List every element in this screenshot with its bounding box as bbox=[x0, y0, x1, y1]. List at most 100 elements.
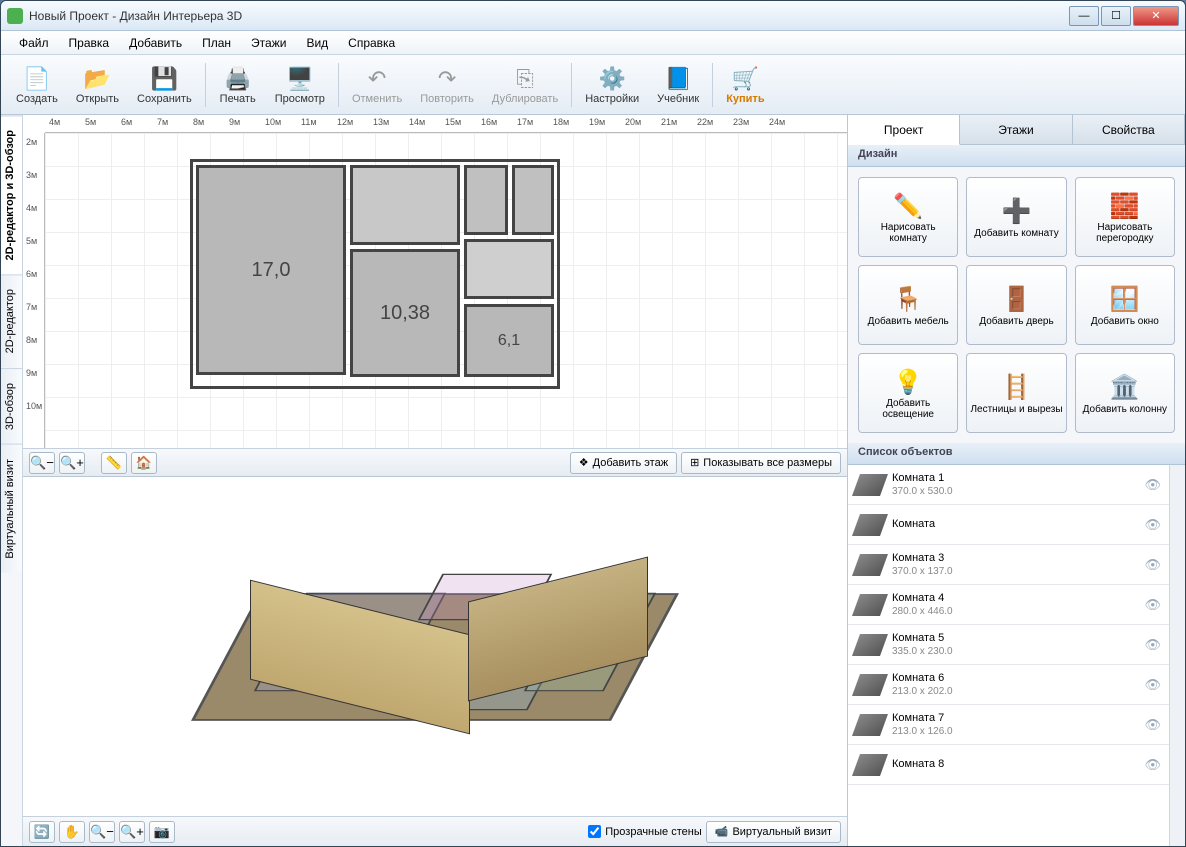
object-label: Комната bbox=[892, 517, 1136, 531]
visibility-icon[interactable]: 👁 bbox=[1144, 557, 1161, 573]
maximize-button[interactable]: ☐ bbox=[1101, 6, 1131, 26]
floorplan[interactable]: 17,0 10,38 6,1 bbox=[190, 159, 560, 389]
tb-preview[interactable]: 🖥️Просмотр bbox=[266, 62, 334, 108]
cube-icon bbox=[852, 554, 888, 576]
home-button[interactable]: 🏠 bbox=[131, 452, 157, 474]
zoom-in-button[interactable]: 🔍+ bbox=[59, 452, 85, 474]
snapshot-button[interactable]: 📷 bbox=[149, 821, 175, 843]
tb-save[interactable]: 💾Сохранить bbox=[128, 62, 201, 108]
zoom-in-3d-button[interactable]: 🔍+ bbox=[119, 821, 145, 843]
column-icon: 🏛️ bbox=[1110, 372, 1140, 404]
2d-viewport[interactable]: 4м5м6м7м8м9м10м11м12м13м14м15м16м17м18м1… bbox=[23, 115, 847, 477]
vtab-virtual[interactable]: Виртуальный визит bbox=[1, 444, 22, 573]
tool-add-light[interactable]: 💡Добавить освещение bbox=[858, 353, 958, 433]
window-icon: 🪟 bbox=[1110, 284, 1140, 316]
menu-plan[interactable]: План bbox=[192, 34, 241, 52]
room-1[interactable]: 17,0 bbox=[196, 165, 346, 375]
door-icon: 🚪 bbox=[1002, 284, 1032, 316]
close-button[interactable]: ✕ bbox=[1133, 6, 1179, 26]
cube-icon bbox=[852, 474, 888, 496]
tool-add-furniture[interactable]: 🪑Добавить мебель bbox=[858, 265, 958, 345]
transparent-walls-checkbox[interactable]: Прозрачные стены bbox=[588, 825, 701, 838]
object-label: Комната 4280.0 x 446.0 bbox=[892, 591, 1136, 618]
3d-viewport[interactable]: 🔄 ✋ 🔍− 🔍+ 📷 Прозрачные стены 📹Виртуальны… bbox=[23, 477, 847, 846]
visibility-icon[interactable]: 👁 bbox=[1144, 717, 1161, 733]
tb-tutorial[interactable]: 📘Учебник bbox=[648, 62, 708, 108]
menu-add[interactable]: Добавить bbox=[119, 34, 192, 52]
3d-bottom-bar: 🔄 ✋ 🔍− 🔍+ 📷 Прозрачные стены 📹Виртуальны… bbox=[23, 816, 847, 846]
tb-create[interactable]: 📄Создать bbox=[7, 62, 67, 108]
object-row[interactable]: Комната 5335.0 x 230.0👁 bbox=[848, 625, 1169, 665]
object-list[interactable]: Комната 1370.0 x 530.0👁Комната👁Комната 3… bbox=[848, 465, 1169, 846]
3d-canvas[interactable] bbox=[23, 477, 847, 816]
add-square-icon: ➕ bbox=[1002, 196, 1032, 228]
visibility-icon[interactable]: 👁 bbox=[1144, 637, 1161, 653]
tb-duplicate[interactable]: ⎘Дублировать bbox=[483, 62, 567, 108]
pencil-icon: ✏️ bbox=[893, 190, 923, 222]
tool-stairs[interactable]: 🪜Лестницы и вырезы bbox=[966, 353, 1066, 433]
visibility-icon[interactable]: 👁 bbox=[1144, 677, 1161, 693]
zoom-out-3d-button[interactable]: 🔍− bbox=[89, 821, 115, 843]
tab-properties[interactable]: Свойства bbox=[1073, 115, 1185, 144]
room-2[interactable]: 10,38 bbox=[350, 249, 460, 377]
virtual-visit-button[interactable]: 📹Виртуальный визит bbox=[706, 821, 841, 843]
tb-print[interactable]: 🖨️Печать bbox=[210, 62, 266, 108]
monitor-icon: 🖥️ bbox=[284, 65, 316, 93]
scrollbar[interactable] bbox=[1169, 465, 1185, 846]
tab-project[interactable]: Проект bbox=[848, 115, 960, 145]
redo-icon: ↷ bbox=[431, 65, 463, 93]
measure-button[interactable]: 📏 bbox=[101, 452, 127, 474]
tb-open[interactable]: 📂Открыть bbox=[67, 62, 128, 108]
object-row[interactable]: Комната 👁 bbox=[848, 505, 1169, 545]
tool-draw-partition[interactable]: 🧱Нарисовать перегородку bbox=[1075, 177, 1175, 257]
object-row[interactable]: Комната 8👁 bbox=[848, 745, 1169, 785]
tool-add-column[interactable]: 🏛️Добавить колонну bbox=[1075, 353, 1175, 433]
vtab-2d[interactable]: 2D-редактор bbox=[1, 274, 22, 367]
orbit-button[interactable]: 🔄 bbox=[29, 821, 55, 843]
add-floor-button[interactable]: ❖Добавить этаж bbox=[570, 452, 677, 474]
2d-bottom-bar: 🔍− 🔍+ 📏 🏠 ❖Добавить этаж ⊞Показывать все… bbox=[23, 448, 847, 476]
cube-icon bbox=[852, 754, 888, 776]
menu-floors[interactable]: Этажи bbox=[241, 34, 296, 52]
tool-add-room[interactable]: ➕Добавить комнату bbox=[966, 177, 1066, 257]
layers-icon: ❖ bbox=[579, 456, 589, 469]
app-icon bbox=[7, 8, 23, 24]
menu-edit[interactable]: Правка bbox=[59, 34, 120, 52]
visibility-icon[interactable]: 👁 bbox=[1144, 597, 1161, 613]
cube-icon bbox=[852, 514, 888, 536]
visibility-icon[interactable]: 👁 bbox=[1144, 477, 1161, 493]
vtab-3d[interactable]: 3D-обзор bbox=[1, 368, 22, 444]
room-3[interactable]: 6,1 bbox=[464, 304, 554, 377]
object-row[interactable]: Комната 4280.0 x 446.0 👁 bbox=[848, 585, 1169, 625]
visibility-icon[interactable]: 👁 bbox=[1144, 517, 1161, 533]
window-title: Новый Проект - Дизайн Интерьера 3D bbox=[29, 9, 1069, 23]
object-row[interactable]: Комната 1370.0 x 530.0👁 bbox=[848, 465, 1169, 505]
cube-icon bbox=[852, 714, 888, 736]
zoom-out-button[interactable]: 🔍− bbox=[29, 452, 55, 474]
show-dimensions-button[interactable]: ⊞Показывать все размеры bbox=[681, 452, 841, 474]
object-row[interactable]: Комната 7213.0 x 126.0👁 bbox=[848, 705, 1169, 745]
tool-draw-room[interactable]: ✏️Нарисовать комнату bbox=[858, 177, 958, 257]
tb-undo[interactable]: ↶Отменить bbox=[343, 62, 411, 108]
minimize-button[interactable]: — bbox=[1069, 6, 1099, 26]
tb-settings[interactable]: ⚙️Настройки bbox=[576, 62, 648, 108]
object-row[interactable]: Комната 3370.0 x 137.0👁 bbox=[848, 545, 1169, 585]
left-tab-strip: 2D-редактор и 3D-обзор 2D-редактор 3D-об… bbox=[1, 115, 23, 846]
duplicate-icon: ⎘ bbox=[509, 65, 541, 93]
ruler-horizontal: 4м5м6м7м8м9м10м11м12м13м14м15м16м17м18м1… bbox=[45, 115, 847, 133]
menu-help[interactable]: Справка bbox=[338, 34, 405, 52]
cart-icon: 🛒 bbox=[729, 65, 761, 93]
vtab-2d-3d[interactable]: 2D-редактор и 3D-обзор bbox=[1, 115, 22, 274]
menu-file[interactable]: Файл bbox=[9, 34, 59, 52]
tab-floors[interactable]: Этажи bbox=[960, 115, 1072, 144]
3d-model[interactable] bbox=[210, 517, 660, 777]
tool-add-window[interactable]: 🪟Добавить окно bbox=[1075, 265, 1175, 345]
visibility-icon[interactable]: 👁 bbox=[1144, 757, 1161, 773]
object-row[interactable]: Комната 6213.0 x 202.0👁 bbox=[848, 665, 1169, 705]
tb-redo[interactable]: ↷Повторить bbox=[411, 62, 483, 108]
pan-button[interactable]: ✋ bbox=[59, 821, 85, 843]
tool-add-door[interactable]: 🚪Добавить дверь bbox=[966, 265, 1066, 345]
menu-view[interactable]: Вид bbox=[296, 34, 338, 52]
tb-buy[interactable]: 🛒Купить bbox=[717, 62, 773, 108]
2d-canvas[interactable]: 17,0 10,38 6,1 bbox=[45, 133, 847, 448]
